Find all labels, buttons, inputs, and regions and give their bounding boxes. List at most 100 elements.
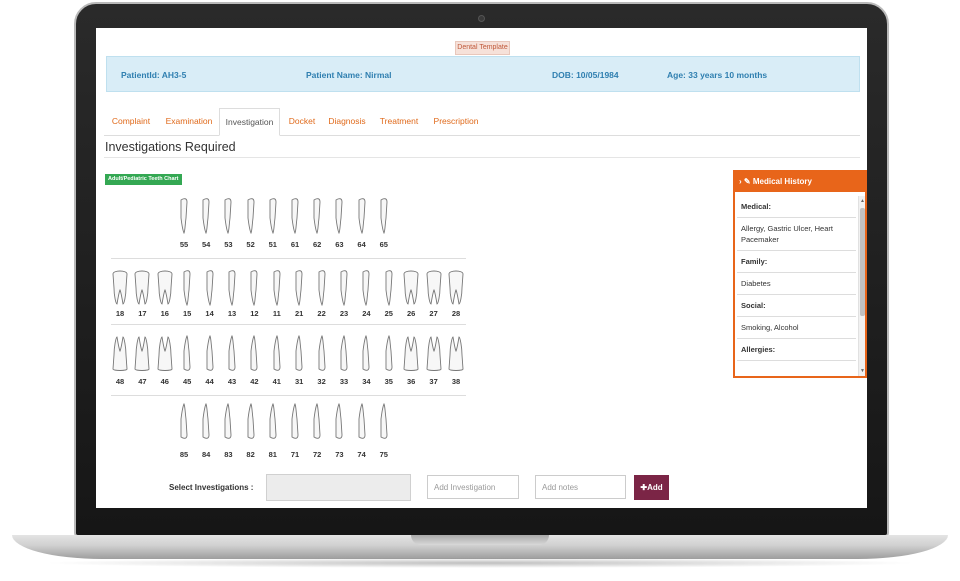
tooth-37[interactable] <box>425 335 443 371</box>
medical-history-header[interactable]: › ✎ Medical History <box>735 172 865 192</box>
tab-examination[interactable]: Examination <box>159 108 219 136</box>
tooth-71[interactable] <box>286 403 304 439</box>
tooth-number-label: 13 <box>227 309 237 318</box>
tab-prescription[interactable]: Prescription <box>428 108 484 136</box>
scroll-down-arrow-icon[interactable]: ▼ <box>859 367 866 375</box>
tooth-73[interactable] <box>330 403 348 439</box>
tooth-75[interactable] <box>375 403 393 439</box>
tooth-11[interactable] <box>268 270 286 306</box>
tooth-number-label: 12 <box>250 309 259 318</box>
tooth-number-label: 35 <box>384 377 393 386</box>
tooth-32[interactable] <box>313 335 331 371</box>
tooth-72[interactable] <box>308 403 326 439</box>
laptop-shadow <box>40 558 920 568</box>
tooth-84[interactable] <box>197 403 215 439</box>
tooth-36[interactable] <box>402 335 420 371</box>
tooth-55[interactable] <box>175 198 193 234</box>
tooth-number-label: 24 <box>362 309 371 318</box>
medical-history-scrollbar[interactable]: ▲ ▼ <box>858 196 865 376</box>
tooth-26[interactable] <box>402 270 420 306</box>
tooth-22[interactable] <box>313 270 331 306</box>
tooth-51[interactable] <box>264 198 282 234</box>
tooth-35[interactable] <box>380 335 398 371</box>
tooth-number-label: 84 <box>202 450 211 459</box>
tooth-64[interactable] <box>353 198 371 234</box>
tooth-46[interactable] <box>156 335 174 371</box>
history-label-family: Family: <box>737 251 856 273</box>
tooth-17[interactable] <box>133 270 151 306</box>
tooth-74[interactable] <box>353 403 371 439</box>
tooth-number-label: 18 <box>115 309 125 318</box>
scrollbar-thumb[interactable] <box>860 208 865 316</box>
tooth-33[interactable] <box>335 335 353 371</box>
tooth-25[interactable] <box>380 270 398 306</box>
tooth-43[interactable] <box>223 335 241 371</box>
investigations-select[interactable] <box>266 474 411 501</box>
tooth-number-label: 16 <box>160 309 169 318</box>
tooth-53[interactable] <box>219 198 237 234</box>
tooth-number-label: 15 <box>183 309 192 318</box>
tab-treatment[interactable]: Treatment <box>375 108 423 136</box>
tooth-85[interactable] <box>175 403 193 439</box>
tooth-number-label: 46 <box>160 377 169 386</box>
tooth-63[interactable] <box>330 198 348 234</box>
tooth-number-label: 85 <box>179 450 189 459</box>
tooth-21[interactable] <box>290 270 308 306</box>
history-label-allergies: Allergies: <box>737 339 856 361</box>
tooth-44[interactable] <box>201 335 219 371</box>
add-button[interactable]: ✚Add <box>634 475 669 500</box>
tooth-number-label: 43 <box>227 377 237 386</box>
tooth-number-label: 72 <box>313 450 322 459</box>
tab-diagnosis[interactable]: Diagnosis <box>324 108 370 136</box>
tooth-41[interactable] <box>268 335 286 371</box>
add-investigation-input[interactable] <box>427 475 519 499</box>
tab-docket[interactable]: Docket <box>284 108 320 136</box>
add-notes-input[interactable] <box>535 475 626 499</box>
tooth-42[interactable] <box>245 335 263 371</box>
tooth-number-label: 38 <box>451 377 461 386</box>
tooth-18[interactable] <box>111 270 129 306</box>
tooth-82[interactable] <box>242 403 260 439</box>
tooth-27[interactable] <box>425 270 443 306</box>
tooth-number-label: 21 <box>295 309 304 318</box>
scroll-up-arrow-icon[interactable]: ▲ <box>859 197 866 205</box>
tab-investigation[interactable]: Investigation <box>219 108 280 136</box>
tooth-45[interactable] <box>178 335 196 371</box>
tooth-83[interactable] <box>219 403 237 439</box>
tooth-52[interactable] <box>242 198 260 234</box>
tooth-47[interactable] <box>133 335 151 371</box>
tooth-number-label: 33 <box>339 377 349 386</box>
tooth-65[interactable] <box>375 198 393 234</box>
history-label-medical: Medical: <box>737 196 856 218</box>
tooth-14[interactable] <box>201 270 219 306</box>
tooth-15[interactable] <box>178 270 196 306</box>
tooth-number-label: 17 <box>138 309 147 318</box>
tooth-number-label: 31 <box>295 377 304 386</box>
tooth-number-label: 28 <box>451 309 461 318</box>
tooth-number-label: 61 <box>290 240 300 249</box>
tooth-number-label: 83 <box>224 450 233 459</box>
tooth-28[interactable] <box>447 270 465 306</box>
tooth-61[interactable] <box>286 198 304 234</box>
tooth-54[interactable] <box>197 198 215 234</box>
page-title: Investigations Required <box>105 140 236 154</box>
tab-complaint[interactable]: Complaint <box>104 108 158 136</box>
tooth-38[interactable] <box>447 335 465 371</box>
tooth-number-label: 27 <box>429 309 438 318</box>
tooth-81[interactable] <box>264 403 282 439</box>
tooth-48[interactable] <box>111 335 129 371</box>
tooth-16[interactable] <box>156 270 174 306</box>
tooth-12[interactable] <box>245 270 263 306</box>
patient-info-bar: PatientId: AH3-5 Patient Name: Nirmal DO… <box>106 56 860 92</box>
tooth-23[interactable] <box>335 270 353 306</box>
tooth-31[interactable] <box>290 335 308 371</box>
medical-history-title: Medical History <box>752 177 812 186</box>
webcam <box>478 15 485 22</box>
patient-name: Patient Name: Nirmal <box>306 70 392 80</box>
teeth-chart-toggle-button[interactable]: Adult/Pediatric Teeth Chart <box>105 174 182 185</box>
tooth-13[interactable] <box>223 270 241 306</box>
chart-divider <box>111 395 466 396</box>
tooth-62[interactable] <box>308 198 326 234</box>
tooth-34[interactable] <box>357 335 375 371</box>
tooth-24[interactable] <box>357 270 375 306</box>
